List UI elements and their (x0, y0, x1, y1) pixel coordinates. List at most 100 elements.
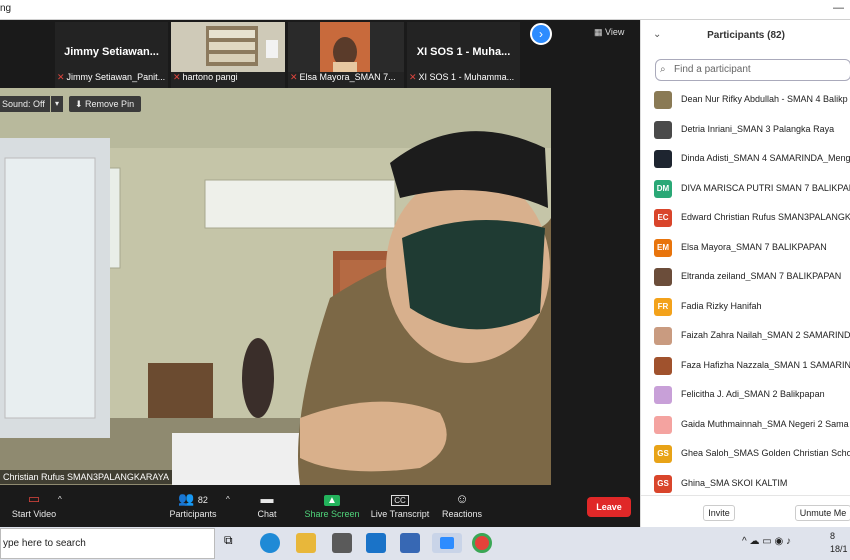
edge-icon[interactable] (260, 533, 280, 553)
share-screen-icon: ▲ (303, 491, 361, 507)
participants-panel: ⌄ Participants (82) ⌕ Find a participant… (640, 20, 850, 527)
avatar: EC (654, 209, 672, 227)
avatar: DM (654, 179, 672, 198)
participant-search-input[interactable]: ⌕ Find a participant (655, 59, 850, 81)
network-icon[interactable]: ◉ (775, 536, 787, 547)
windows-taskbar: ype here to search ⧉ ^ ☁ ▭ ◉ ♪ 8 18/1 (0, 527, 850, 560)
participant-row[interactable]: FR Fadia Rizky Hanifah (641, 293, 850, 322)
avatar (654, 150, 672, 168)
reactions-button[interactable]: ☺ Reactions (440, 491, 484, 519)
video-options-chevron-icon[interactable]: ^ (58, 495, 62, 504)
taskbar-clock[interactable]: 8 18/1 (830, 530, 848, 556)
sound-options-chevron-icon[interactable]: ▾ (51, 96, 63, 112)
next-page-button[interactable]: › (530, 23, 552, 45)
remove-pin-button[interactable]: ⬇ Remove Pin (69, 96, 141, 112)
participant-name: Elsa Mayora_SMAN 7 BALIKPAPAN (681, 241, 827, 252)
muted-mic-icon: ✕ (409, 72, 417, 82)
avatar: GS (654, 474, 672, 493)
participant-row[interactable]: EC Edward Christian Rufus SMAN3PALANGK (641, 204, 850, 233)
participant-row[interactable]: Dean Nur Rifky Abdullah - SMAN 4 Balikp (641, 86, 850, 115)
muted-mic-icon: ✕ (173, 72, 181, 82)
participant-name: DIVA MARISCA PUTRI SMAN 7 BALIKPAPA (681, 182, 850, 193)
thumbnail-name: Jimmy Setiawan... (64, 46, 159, 58)
cc-icon: CC (370, 491, 430, 507)
search-icon: ⌕ (660, 64, 666, 75)
speaker-video-frame (0, 88, 551, 485)
avatar (654, 120, 672, 139)
avatar (654, 415, 672, 434)
zoom-app-icon[interactable] (432, 533, 462, 553)
chrome-icon[interactable] (472, 533, 492, 553)
thumbnail-caption: ✕ Jimmy Setiawan_Panit... (57, 72, 166, 82)
participant-row[interactable]: Faizah Zahra Nailah_SMAN 2 SAMARIND (641, 322, 850, 351)
thumbnail-tile[interactable]: Jimmy Setiawan... ✕ Jimmy Setiawan_Panit.… (55, 22, 168, 88)
participant-row[interactable]: Detria Inriani_SMAN 3 Palangka Raya (641, 116, 850, 145)
pin-icon: ⬇ (75, 99, 86, 109)
participant-name: Dinda Adisti_SMAN 4 SAMARINDA_Meng (681, 153, 850, 163)
window-title-bar: ng — (0, 0, 850, 20)
participant-name: Faizah Zahra Nailah_SMAN 2 SAMARIND (681, 330, 850, 340)
store-icon[interactable] (332, 533, 352, 553)
file-explorer-icon[interactable] (296, 533, 316, 553)
leave-button[interactable]: Leave (587, 497, 631, 517)
participant-row[interactable]: Eltranda zeiland_SMAN 7 BALIKPAPAN (641, 263, 850, 292)
chat-button[interactable]: ▬ Chat (252, 491, 282, 519)
share-screen-button[interactable]: ▲ Share Screen (303, 491, 361, 519)
participant-row[interactable]: EM Elsa Mayora_SMAN 7 BALIKPAPAN (641, 234, 850, 263)
live-transcript-button[interactable]: CC Live Transcript (370, 491, 430, 519)
invite-button[interactable]: Invite (703, 505, 735, 521)
thumbnail-name: XI SOS 1 - Muha... (416, 46, 511, 58)
avatar (654, 91, 672, 109)
thumbnail-tile[interactable]: ✕ Elsa Mayora_SMAN 7... (288, 22, 404, 88)
task-view-icon[interactable]: ⧉ (224, 533, 244, 553)
meeting-toolbar: ▭ Start Video ^ 👥 82 Participants ^ ▬ Ch… (0, 485, 640, 527)
mail-icon[interactable] (366, 533, 386, 553)
avatar: FR (654, 297, 672, 316)
thumbnail-video (171, 22, 285, 72)
muted-mic-icon: ✕ (57, 72, 65, 82)
participant-name: Fadia Rizky Hanifah (681, 300, 762, 311)
participant-row[interactable]: DM DIVA MARISCA PUTRI SMAN 7 BALIKPAPA (641, 175, 850, 204)
participant-name: Eltranda zeiland_SMAN 7 BALIKPAPAN (681, 271, 842, 281)
start-video-button[interactable]: ▭ Start Video (10, 491, 58, 519)
sound-off-button[interactable]: Sound: Off (0, 96, 50, 112)
avatar (654, 268, 672, 286)
smiley-icon: ☺ (455, 491, 469, 506)
participant-row[interactable]: Dinda Adisti_SMAN 4 SAMARINDA_Meng (641, 145, 850, 174)
participant-name: Detria Inriani_SMAN 3 Palangka Raya (681, 123, 835, 134)
thumbnail-tile[interactable]: ✕ hartono pangi (171, 22, 285, 88)
muted-mic-icon: ✕ (290, 72, 298, 82)
avatar: GS (654, 445, 672, 463)
battery-icon[interactable]: ▭ (762, 536, 774, 547)
video-off-icon: ▭ (27, 491, 41, 506)
participants-button[interactable]: 👥 82 Participants (166, 491, 220, 519)
participant-name: Faza Hafizha Nazzala_SMAN 1 SAMARIN (681, 359, 850, 370)
thumbnail-caption: ✕ Elsa Mayora_SMAN 7... (290, 72, 396, 82)
volume-icon[interactable]: ♪ (786, 536, 791, 547)
minimize-icon[interactable]: — (833, 2, 844, 14)
participant-name: Ghina_SMA SKOI KALTIM (681, 477, 788, 488)
window-title: ng (0, 3, 12, 14)
view-button[interactable]: ▦ View (594, 27, 634, 43)
avatar: EM (654, 238, 672, 257)
participant-name: Felicitha J. Adi_SMAN 2 Balikpapan (681, 389, 825, 399)
panel-footer: Invite Unmute Me (641, 495, 850, 527)
thumbnail-tile[interactable]: XI SOS 1 - Muha... ✕ XI SOS 1 - Muhamma..… (407, 22, 520, 88)
participants-options-chevron-icon[interactable]: ^ (226, 495, 230, 504)
chevron-right-icon: › (539, 27, 543, 41)
participant-row[interactable]: GS Ghea Saloh_SMAS Golden Christian Scho (641, 440, 850, 469)
thumbnail-video (288, 22, 404, 72)
thumbnail-caption: ✕ hartono pangi (173, 72, 238, 82)
system-tray: ^ ☁ ▭ ◉ ♪ (742, 536, 791, 547)
app-icon[interactable] (400, 533, 420, 553)
participant-row[interactable]: Faza Hafizha Nazzala_SMAN 1 SAMARIN (641, 352, 850, 381)
participant-row[interactable]: Felicitha J. Adi_SMAN 2 Balikpapan (641, 381, 850, 410)
taskbar-search-box[interactable]: ype here to search (0, 528, 215, 559)
grid-icon: ▦ (594, 27, 606, 37)
cloud-icon[interactable]: ☁ (749, 536, 762, 547)
participant-name: Dean Nur Rifky Abdullah - SMAN 4 Balikp (681, 94, 848, 104)
unmute-me-button[interactable]: Unmute Me (795, 505, 850, 521)
panel-header: ⌄ Participants (82) (641, 20, 850, 50)
panel-title: Participants (82) (707, 30, 785, 41)
participant-row[interactable]: Gaida Muthmainnah_SMA Negeri 2 Sama (641, 411, 850, 440)
